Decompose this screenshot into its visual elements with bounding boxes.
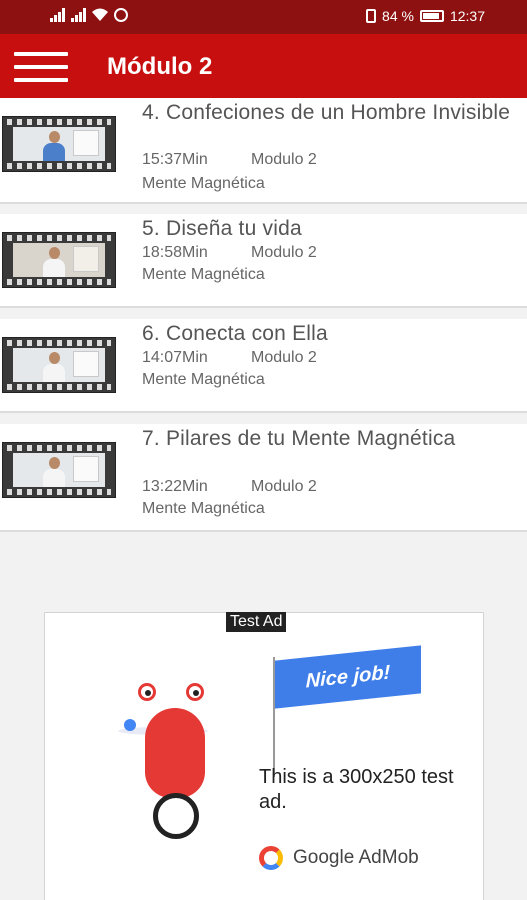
video-meta: 18:58Min Modulo 2 [142, 244, 317, 262]
video-module: Modulo 2 [251, 244, 317, 261]
list-item[interactable]: 5. Diseña tu vida 18:58Min Modulo 2 Ment… [0, 214, 527, 308]
app-bar: Módulo 2 [0, 34, 527, 98]
status-bar: 84 % 12:37 [0, 0, 527, 34]
status-icons-left [50, 8, 128, 22]
list-item[interactable]: 6. Conecta con Ella 14:07Min Modulo 2 Me… [0, 319, 527, 413]
video-thumbnail [2, 442, 116, 498]
clock: 12:37 [449, 8, 485, 24]
page-title: Módulo 2 [107, 53, 213, 80]
video-course: Mente Magnética [142, 371, 265, 388]
video-duration: 13:22Min [142, 478, 208, 495]
battery-icon [419, 10, 444, 22]
whatsapp-icon [114, 8, 128, 22]
video-thumbnail [2, 116, 116, 172]
video-course: Mente Magnética [142, 266, 265, 283]
list-item[interactable]: 4. Confeciones de un Hombre Invisible 15… [0, 98, 527, 204]
status-icons-right: 84 % 12:37 [366, 8, 485, 24]
video-title: 5. Diseña tu vida [142, 217, 302, 240]
wifi-icon [92, 8, 108, 21]
video-course: Mente Magnética [142, 175, 265, 192]
admob-icon [259, 846, 283, 870]
monster-illustration [100, 683, 240, 843]
video-title: 6. Conecta con Ella [142, 322, 328, 345]
video-thumbnail [2, 232, 116, 288]
video-course: Mente Magnética [142, 500, 265, 517]
list-item[interactable]: 7. Pilares de tu Mente Magnética 13:22Mi… [0, 424, 527, 532]
video-meta: 14:07Min Modulo 2 [142, 349, 317, 367]
battery-percent: 84 % [382, 8, 414, 24]
signal-icon [50, 8, 65, 22]
video-module: Modulo 2 [251, 349, 317, 366]
video-meta: 13:22Min Modulo 2 [142, 478, 317, 496]
video-duration: 15:37Min [142, 151, 208, 168]
video-thumbnail [2, 337, 116, 393]
video-duration: 18:58Min [142, 244, 208, 261]
video-title: 7. Pilares de tu Mente Magnética [142, 427, 456, 450]
admob-brand: Google AdMob [259, 846, 419, 870]
hamburger-menu-icon[interactable] [14, 52, 70, 82]
test-ad-banner[interactable]: Test Ad Nice job! This is a 300x250 test… [44, 612, 484, 900]
signal-icon-2 [71, 8, 86, 22]
ad-body-text: This is a 300x250 test ad. [259, 766, 454, 813]
ad-label: Test Ad [226, 612, 287, 632]
video-meta: 15:37Min Modulo 2 [142, 151, 317, 169]
admob-label: Google AdMob [293, 847, 419, 868]
video-module: Modulo 2 [251, 151, 317, 168]
vibrate-icon [366, 9, 377, 23]
video-duration: 14:07Min [142, 349, 208, 366]
video-title: 4. Confeciones de un Hombre Invisible [142, 101, 511, 124]
nice-job-flag: Nice job! [275, 645, 421, 709]
video-module: Modulo 2 [251, 478, 317, 495]
